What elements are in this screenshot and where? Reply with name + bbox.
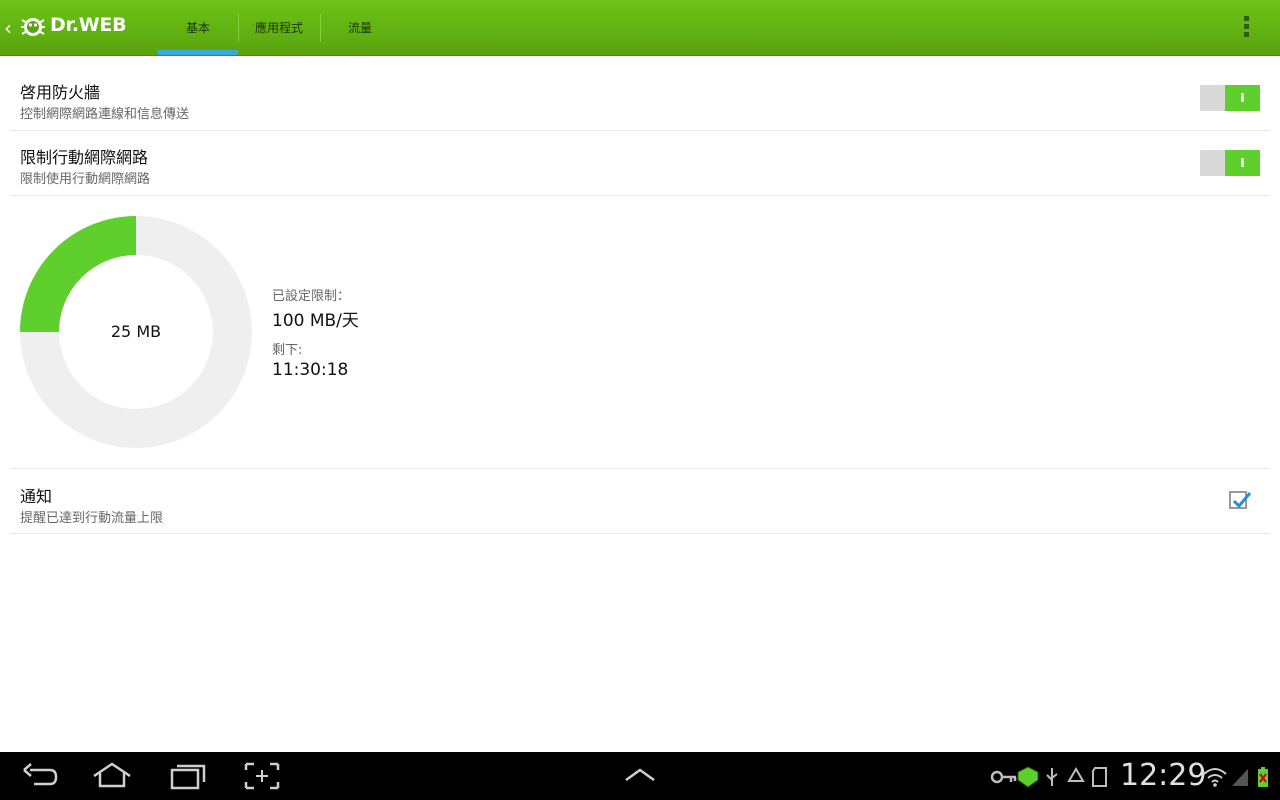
firewall-subtitle: 控制網際網路連線和信息傳送	[20, 107, 190, 122]
firewall-setting-row[interactable]: 啓用防火牆 控制網際網路連線和信息傳送 I	[10, 66, 1270, 131]
mobile-limit-toggle[interactable]: I	[1200, 150, 1260, 176]
overflow-menu-icon[interactable]	[1244, 16, 1250, 40]
brand-title: Dr.WEB	[50, 14, 127, 36]
notify-title: 通知	[20, 487, 53, 506]
chevron-up-icon[interactable]	[620, 762, 660, 790]
limit-caption: 已設定限制：	[272, 289, 351, 304]
notify-subtitle: 提醒已達到行動流量上限	[20, 511, 164, 526]
notify-setting-row[interactable]: 通知 提醒已達到行動流量上限	[10, 468, 1270, 534]
screenshot-icon[interactable]	[242, 762, 282, 790]
mobile-limit-subtitle: 限制使用行動網際網路	[20, 172, 151, 187]
back-chevron-icon[interactable]: ‹	[4, 16, 12, 40]
recycle-icon	[1067, 767, 1085, 782]
drweb-shield-icon	[1017, 766, 1039, 788]
status-clock: 12:29	[1120, 758, 1207, 793]
usb-icon	[1046, 768, 1058, 786]
remaining-value: 11:30:18	[272, 360, 349, 380]
action-bar: ‹ Dr.WEB 基本 應用程式 流量	[0, 0, 1280, 56]
sd-card-icon	[1092, 767, 1107, 787]
firewall-toggle[interactable]: I	[1200, 85, 1260, 111]
remaining-caption: 剩下:	[272, 343, 303, 358]
toggle-on-knob: I	[1225, 150, 1260, 176]
signal-strength-icon	[1232, 769, 1248, 786]
drweb-spider-logo-icon[interactable]	[18, 12, 48, 42]
home-icon[interactable]	[92, 762, 132, 790]
mobile-limit-title: 限制行動網際網路	[20, 148, 149, 167]
traffic-usage-donut: 25 MB	[20, 216, 252, 448]
battery-icon	[1258, 767, 1268, 787]
toggle-on-knob: I	[1225, 85, 1260, 111]
limit-value: 100 MB/天	[272, 311, 359, 331]
notify-checkbox[interactable]	[1229, 491, 1252, 509]
firewall-title: 啓用防火牆	[20, 83, 101, 102]
tab-apps[interactable]: 應用程式	[239, 12, 319, 44]
selected-tab-indicator	[158, 50, 238, 55]
recent-apps-icon[interactable]	[168, 762, 208, 790]
system-nav-bar: 12:29	[0, 752, 1280, 800]
used-amount-label: 25 MB	[110, 322, 162, 341]
vpn-key-icon	[990, 770, 1017, 784]
checkmark-icon	[1232, 492, 1252, 509]
back-icon[interactable]	[20, 762, 60, 790]
wifi-icon	[1203, 768, 1227, 787]
tab-traffic[interactable]: 流量	[321, 12, 399, 44]
mobile-limit-setting-row[interactable]: 限制行動網際網路 限制使用行動網際網路 I	[10, 131, 1270, 196]
tab-basic[interactable]: 基本	[158, 12, 238, 44]
